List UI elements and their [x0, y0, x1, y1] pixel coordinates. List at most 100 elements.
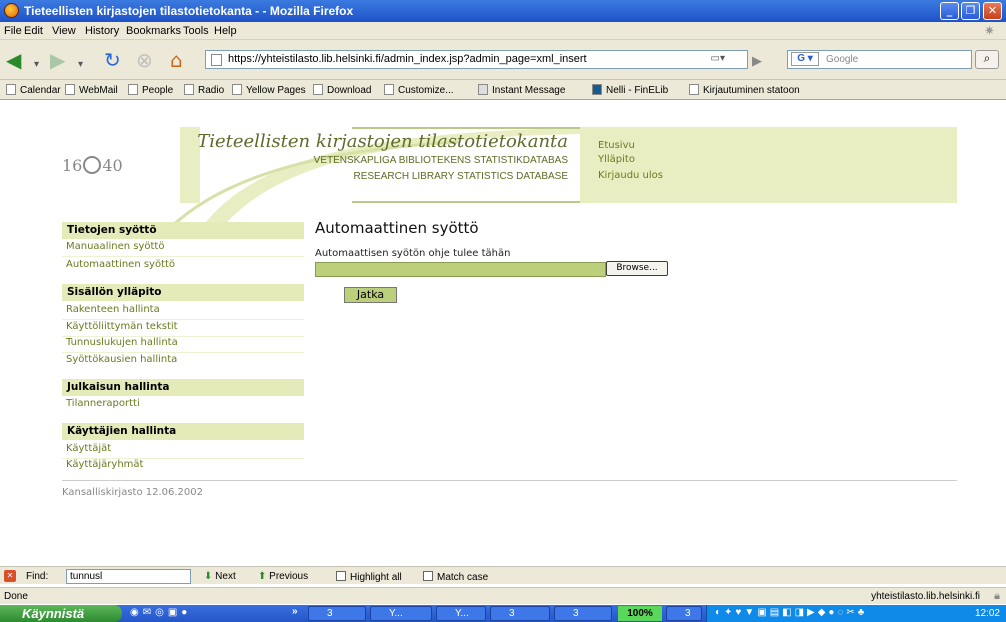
jatka-button[interactable]: Jatka	[344, 287, 397, 303]
arrow-up-icon: ⬆	[258, 571, 267, 582]
start-button[interactable]: Käynnistä	[0, 605, 122, 622]
back-dropdown-icon[interactable]: ▾	[34, 55, 39, 75]
stop-icon[interactable]: ⊗	[136, 50, 153, 70]
taskbar-button[interactable]: Y...	[370, 606, 432, 621]
taskbar-button[interactable]: Y...	[436, 606, 486, 621]
quicklaunch-icons[interactable]: ◉✉◎▣●	[130, 607, 191, 618]
sidebar-item-tunnuslukujen-hallinta[interactable]: Tunnuslukujen hallinta	[66, 337, 178, 348]
bookmark-page-icon	[184, 84, 194, 95]
clock: 12:02	[974, 608, 1000, 619]
footer-divider	[62, 480, 957, 481]
file-path-input[interactable]	[315, 262, 606, 277]
arrow-down-icon: ⬇	[204, 571, 213, 582]
sidebar-item-automaattinen-syotto[interactable]: Automaattinen syöttö	[66, 259, 175, 270]
go-icon[interactable]: ▶	[752, 52, 762, 72]
taskbar-button[interactable]: 3	[490, 606, 550, 621]
windows-taskbar: Käynnistä ◉✉◎▣● » 3 Y... Y... 3 3 100% 3…	[0, 605, 1006, 622]
bookmark-page-icon	[689, 84, 699, 95]
bookmarks-toolbar: Calendar WebMail People Radio Yellow Pag…	[0, 80, 1006, 100]
match-case-checkbox[interactable]: Match case	[423, 571, 488, 583]
menu-view[interactable]: View	[52, 25, 76, 37]
reload-icon[interactable]: ↻	[104, 50, 121, 70]
upload-label: Automaattisen syötön ohje tulee tähän	[315, 248, 511, 259]
find-input[interactable]: tunnusl	[66, 569, 191, 584]
divider	[62, 352, 304, 353]
search-engine-icon[interactable]: G ▾	[791, 52, 819, 66]
bookmark-item[interactable]: Yellow Pages	[232, 84, 306, 96]
taskbar-button[interactable]: 3	[666, 606, 702, 621]
search-input[interactable]: G ▾ Google	[787, 50, 972, 69]
toplink-etusivu[interactable]: Etusivu	[598, 140, 635, 151]
sidebar-item-syottokausien-hallinta[interactable]: Syöttökausien hallinta	[66, 354, 177, 365]
bookmark-page-icon	[128, 84, 138, 95]
bookmark-item[interactable]: Kirjautuminen statoon	[689, 84, 800, 96]
page-title: Automaattinen syöttö	[315, 219, 479, 237]
window-titlebar[interactable]: Tieteellisten kirjastojen tilastotietoka…	[0, 0, 1006, 22]
url-input[interactable]: https://yhteistilasto.lib.helsinki.fi/ad…	[205, 50, 748, 69]
search-placeholder: Google	[826, 54, 859, 65]
library-seal-icon	[83, 156, 102, 174]
navigation-toolbar: ◀ ▾ ▶ ▾ ↻ ⊗ ⌂ https://yhteistilasto.lib.…	[0, 40, 1006, 80]
sidebar-item-tilanneraportti[interactable]: Tilanneraportti	[66, 398, 140, 409]
sidebar-section-sisallon-yllapito: Sisällön ylläpito	[62, 284, 304, 301]
bookmark-item[interactable]: Instant Message	[478, 84, 565, 96]
bookmark-page-icon	[384, 84, 394, 95]
window-title: Tieteellisten kirjastojen tilastotietoka…	[24, 4, 354, 18]
bookmark-item[interactable]: WebMail	[65, 84, 118, 96]
find-previous-button[interactable]: ⬆ Previous	[258, 571, 308, 582]
browse-button[interactable]: Browse...	[606, 261, 668, 276]
forward-dropdown-icon[interactable]: ▾	[78, 55, 83, 75]
tray-icons[interactable]: ◐✦♥▼▣▤◧◨▶◆●◌✂♣	[715, 607, 867, 618]
menu-tools[interactable]: Tools	[183, 25, 209, 37]
sidebar-item-kayttajaryhmat[interactable]: Käyttäjäryhmät	[66, 459, 143, 470]
close-button[interactable]: ✕	[983, 2, 1002, 20]
bookmark-item[interactable]: Nelli - FinELib	[592, 84, 668, 96]
lock-icon[interactable]: 🔒︎	[994, 590, 1000, 603]
minimize-button[interactable]: _	[940, 2, 959, 20]
bookmark-item[interactable]: Download	[313, 84, 371, 96]
toplink-kirjaudu-ulos[interactable]: Kirjaudu ulos	[598, 170, 663, 181]
bookmark-item[interactable]: Customize...	[384, 84, 454, 96]
menu-help[interactable]: Help	[214, 25, 237, 37]
bookmark-item[interactable]: Calendar	[6, 84, 61, 96]
divider	[62, 256, 304, 257]
sidebar-section-kayttajien-hallinta: Käyttäjien hallinta	[62, 423, 304, 440]
menu-history[interactable]: History	[85, 25, 119, 37]
rss-icon[interactable]: ▭▾	[711, 53, 725, 64]
forward-icon[interactable]: ▶	[50, 50, 65, 70]
find-toolbar: ✕ Find: tunnusl ⬇ Next ⬆ Previous Highli…	[0, 566, 1006, 584]
site-subtitle-swedish: VETENSKAPLIGA BIBLIOTEKENS STATISTIKDATA…	[313, 155, 568, 166]
library-logo: 16 40	[62, 156, 123, 175]
find-next-button[interactable]: ⬇ Next	[204, 571, 236, 582]
menu-bookmarks[interactable]: Bookmarks	[126, 25, 181, 37]
close-find-icon[interactable]: ✕	[4, 570, 16, 582]
zoom-indicator[interactable]: 100%	[618, 606, 662, 621]
toplink-yllapito[interactable]: Ylläpito	[598, 154, 635, 165]
sidebar-item-rakenteen-hallinta[interactable]: Rakenteen hallinta	[66, 304, 160, 315]
taskbar-button[interactable]: 3	[308, 606, 366, 621]
search-icon[interactable]: ⌕	[975, 50, 999, 69]
bookmark-page-icon	[313, 84, 323, 95]
highlight-icon	[336, 571, 346, 581]
sidebar-section-julkaisun-hallinta: Julkaisun hallinta	[62, 379, 304, 396]
sidebar-item-kayttoliittyman-tekstit[interactable]: Käyttöliittymän tekstit	[66, 321, 178, 332]
maximize-button[interactable]: ❐	[961, 2, 980, 20]
home-icon[interactable]: ⌂	[170, 50, 183, 70]
throbber-icon: ✷	[984, 23, 995, 38]
bookmark-item[interactable]: People	[128, 84, 173, 96]
footer-text: Kansalliskirjasto 12.06.2002	[62, 487, 204, 498]
highlight-all-button[interactable]: Highlight all	[336, 571, 402, 583]
menu-file[interactable]: File	[4, 25, 22, 37]
taskbar-button[interactable]: 3	[554, 606, 612, 621]
divider	[62, 319, 304, 320]
sidebar-item-kayttajat[interactable]: Käyttäjät	[66, 443, 111, 454]
sidebar-item-manuaalinen-syotto[interactable]: Manuaalinen syöttö	[66, 241, 164, 252]
back-icon[interactable]: ◀	[6, 50, 21, 70]
menu-edit[interactable]: Edit	[24, 25, 43, 37]
status-bar: Done yhteistilasto.lib.helsinki.fi 🔒︎	[0, 587, 1006, 604]
chevron-icon[interactable]: »	[292, 606, 298, 617]
bookmark-item[interactable]: Radio	[184, 84, 224, 96]
menubar: File Edit View History Bookmarks Tools H…	[0, 22, 1006, 40]
status-text: Done	[4, 591, 28, 602]
site-subtitle-english: RESEARCH LIBRARY STATISTICS DATABASE	[353, 171, 569, 182]
